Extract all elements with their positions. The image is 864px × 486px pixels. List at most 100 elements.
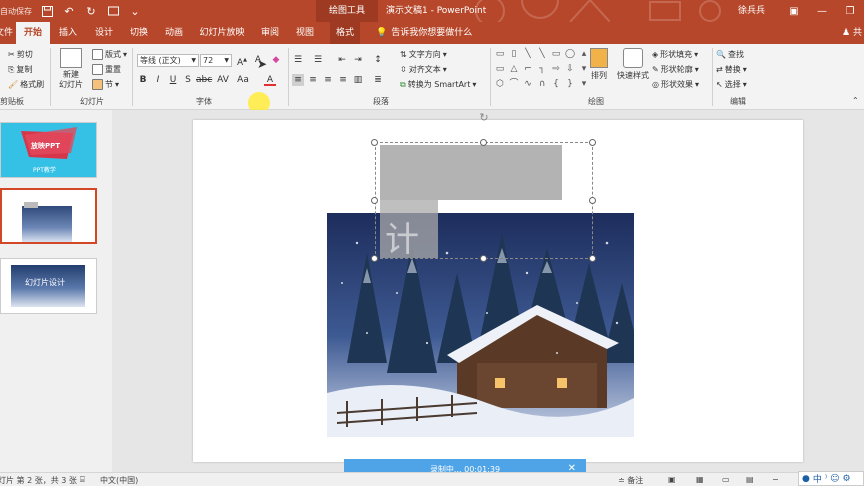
- rectangle-shape-icon[interactable]: ▭: [494, 64, 506, 75]
- reading-view-icon[interactable]: ▭: [722, 475, 730, 484]
- italic-button[interactable]: I: [152, 74, 164, 86]
- shapes-gallery[interactable]: ▭ ▯ ╲ ╲ ▭ ◯ ▴ ▭ △ ⌐ ┐ ⇨ ⇩ ▾ ⬡ ⌒ ∿ ∩ { } …: [494, 49, 590, 91]
- text-direction-button[interactable]: ⇅ 文字方向 ▾: [400, 49, 447, 60]
- hexagon-shape-icon[interactable]: ⬡: [494, 79, 506, 90]
- ime-emoji-icon[interactable]: ☺: [830, 474, 839, 484]
- shape-effects-button[interactable]: ◎ 形状效果 ▾: [652, 79, 699, 90]
- cut-button[interactable]: ✂ 剪切: [8, 49, 33, 60]
- tab-animations[interactable]: 动画: [160, 22, 188, 44]
- restore-icon[interactable]: ❐: [836, 0, 864, 22]
- textbox-vertical-shape-icon[interactable]: ▯: [508, 49, 520, 60]
- shape-outline-button[interactable]: ✎ 形状轮廓 ▾: [652, 64, 699, 75]
- tab-design[interactable]: 设计: [90, 22, 118, 44]
- resize-handle-nw[interactable]: [371, 139, 378, 146]
- share-button[interactable]: ♟ 共: [842, 22, 862, 44]
- increase-font-icon[interactable]: A▲: [236, 54, 248, 68]
- select-button[interactable]: ↖ 选择 ▾: [716, 79, 747, 90]
- resize-handle-n[interactable]: [480, 139, 487, 146]
- line-shape-icon[interactable]: ╲: [522, 49, 534, 60]
- minimize-icon[interactable]: —: [808, 0, 836, 22]
- curve-shape-icon[interactable]: ∿: [522, 79, 534, 90]
- clear-formatting-icon[interactable]: ◆: [270, 54, 282, 66]
- strikethrough-button[interactable]: abc: [196, 74, 212, 86]
- brace-right-shape-icon[interactable]: }: [564, 79, 576, 90]
- rectangle-shape-icon[interactable]: ▭: [550, 49, 562, 60]
- slide-sorter-icon[interactable]: ▦: [696, 475, 704, 484]
- slide-thumb-3[interactable]: 幻灯片设计: [0, 258, 97, 314]
- slide-thumb-1[interactable]: 放映PPT PPT教学: [0, 122, 97, 178]
- line-shape-icon[interactable]: ╲: [536, 49, 548, 60]
- zoom-out-icon[interactable]: −: [772, 475, 779, 484]
- resize-handle-se[interactable]: [589, 255, 596, 262]
- justify-icon[interactable]: ≡: [337, 74, 349, 86]
- notes-button[interactable]: ≐ 备注: [618, 475, 643, 486]
- align-text-button[interactable]: ⇳ 对齐文本 ▾: [400, 64, 447, 75]
- quick-styles-button[interactable]: 快速样式: [614, 48, 652, 81]
- align-left-icon[interactable]: ≡: [292, 74, 304, 86]
- tab-home[interactable]: 开始: [16, 22, 50, 44]
- arrow-down-shape-icon[interactable]: ⇩: [564, 64, 576, 75]
- font-name-combo[interactable]: 等线 (正文) ▼: [137, 54, 199, 67]
- shape-fill-button[interactable]: ◈ 形状填充 ▾: [652, 49, 698, 60]
- find-button[interactable]: 🔍 查找: [716, 49, 744, 60]
- tab-insert[interactable]: 插入: [54, 22, 82, 44]
- present-from-start-icon[interactable]: [106, 4, 120, 18]
- resize-handle-e[interactable]: [589, 197, 596, 204]
- change-case-button[interactable]: Aa: [235, 74, 251, 86]
- slide-thumbnails-panel[interactable]: 放映PPT PPT教学 幻灯片设计: [0, 110, 112, 472]
- paragraph-options-icon[interactable]: ≣: [372, 74, 384, 86]
- normal-view-icon[interactable]: ▣: [668, 475, 676, 484]
- slideshow-view-icon[interactable]: ▤: [746, 475, 754, 484]
- reset-button[interactable]: 重置: [92, 64, 121, 75]
- underline-button[interactable]: U: [167, 74, 179, 86]
- resize-handle-ne[interactable]: [589, 139, 596, 146]
- layout-button[interactable]: 版式 ▾: [92, 49, 127, 60]
- tab-transitions[interactable]: 切换: [125, 22, 153, 44]
- convert-smartart-button[interactable]: ⧉ 转换为 SmartArt ▾: [400, 79, 476, 90]
- align-center-icon[interactable]: ≡: [307, 74, 319, 86]
- character-spacing-button[interactable]: AV: [215, 74, 231, 86]
- decrease-indent-icon[interactable]: ⇤: [336, 54, 348, 66]
- oval-shape-icon[interactable]: ◯: [564, 49, 576, 60]
- ime-punctuation-icon[interactable]: ⁾: [825, 474, 827, 484]
- resize-handle-s[interactable]: [480, 255, 487, 262]
- ime-settings-icon[interactable]: ⚙: [842, 474, 850, 484]
- align-right-icon[interactable]: ≡: [322, 74, 334, 86]
- curve-shape-icon[interactable]: ∩: [536, 79, 548, 90]
- bold-button[interactable]: B: [137, 74, 149, 86]
- textbox-shape-icon[interactable]: ▭: [494, 49, 506, 60]
- font-color-button[interactable]: A: [264, 74, 276, 86]
- customize-toolbar-icon[interactable]: ⌄: [128, 4, 142, 18]
- columns-icon[interactable]: ▥: [352, 74, 364, 86]
- triangle-shape-icon[interactable]: △: [508, 64, 520, 75]
- format-painter-button[interactable]: 🖌 格式刷: [8, 79, 44, 90]
- undo-icon[interactable]: ↶: [62, 4, 76, 18]
- brace-left-shape-icon[interactable]: {: [550, 79, 562, 90]
- bullets-icon[interactable]: ☰: [292, 54, 304, 66]
- connector-shape-icon[interactable]: ┐: [536, 64, 548, 75]
- resize-handle-sw[interactable]: [371, 255, 378, 262]
- line-spacing-icon[interactable]: ↕: [372, 54, 384, 66]
- save-icon[interactable]: [40, 4, 54, 18]
- replace-button[interactable]: ⇄ 替换 ▾: [716, 64, 747, 75]
- connector-shape-icon[interactable]: ⌐: [522, 64, 534, 75]
- spellcheck-icon[interactable]: ⌸: [80, 475, 85, 485]
- increase-indent-icon[interactable]: ⇥: [352, 54, 364, 66]
- section-button[interactable]: 节 ▾: [92, 79, 119, 90]
- curve-shape-icon[interactable]: ⌒: [508, 79, 520, 90]
- shadow-button[interactable]: S: [182, 74, 194, 86]
- collapse-ribbon-icon[interactable]: ⌃: [852, 96, 859, 105]
- copy-button[interactable]: ⎘ 复制: [8, 64, 32, 75]
- ime-language[interactable]: 中: [813, 472, 822, 485]
- user-name[interactable]: 徐兵兵: [738, 0, 765, 22]
- rotate-handle-icon[interactable]: ↻: [478, 112, 490, 124]
- tab-format[interactable]: 格式: [330, 22, 360, 44]
- tab-slideshow[interactable]: 幻灯片放映: [198, 22, 246, 44]
- ribbon-display-icon[interactable]: ▣: [780, 0, 808, 22]
- tab-review[interactable]: 审阅: [256, 22, 284, 44]
- tab-file[interactable]: 文件: [0, 22, 16, 44]
- new-slide-button[interactable]: 新建 幻灯片: [54, 48, 88, 90]
- ime-toolbar[interactable]: ● 中 ⁾ ☺ ⚙: [798, 471, 864, 486]
- arrange-button[interactable]: 排列: [586, 48, 612, 81]
- font-size-combo[interactable]: 72 ▼: [200, 54, 232, 67]
